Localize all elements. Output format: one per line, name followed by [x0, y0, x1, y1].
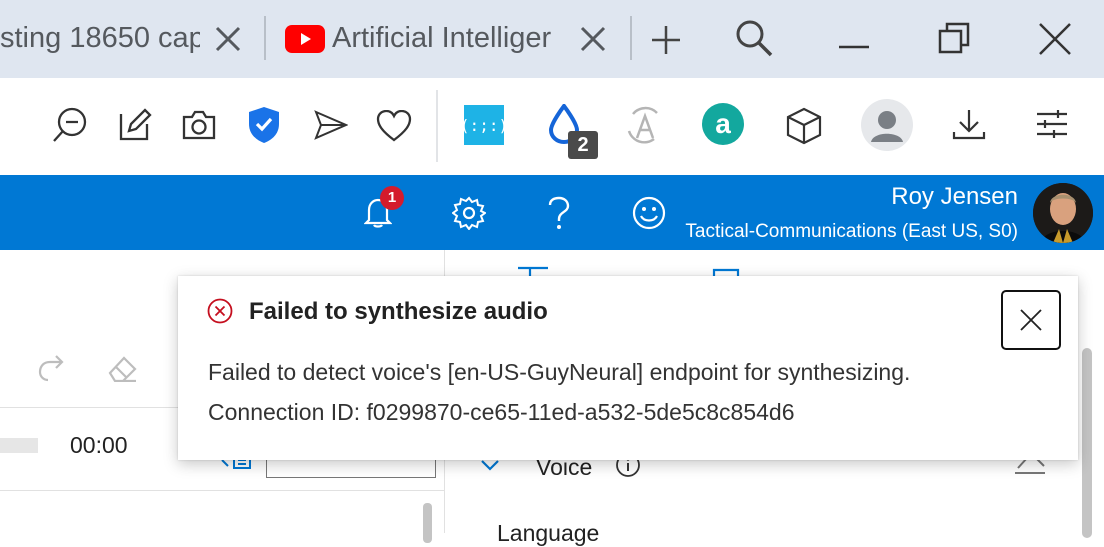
- smiley-icon[interactable]: [632, 196, 666, 230]
- eraser-icon[interactable]: [106, 354, 138, 382]
- profile-icon[interactable]: [861, 99, 913, 151]
- sliders-icon[interactable]: [1036, 108, 1068, 140]
- playback-time: 00:00: [70, 432, 128, 458]
- user-name[interactable]: Roy Jensen: [891, 183, 1018, 211]
- youtube-icon: [285, 25, 325, 53]
- cube-icon[interactable]: [786, 107, 822, 145]
- scrollbar[interactable]: [1082, 348, 1092, 538]
- svg-text:a: a: [715, 108, 731, 139]
- scrollbar[interactable]: [423, 503, 432, 543]
- avatar[interactable]: [1033, 183, 1093, 243]
- tab-close-icon[interactable]: [213, 24, 243, 54]
- tab-separator: [264, 16, 266, 60]
- extension-face-icon[interactable]: (:;:): [464, 105, 504, 145]
- resource-name[interactable]: Tactical-Communications (East US, S0): [685, 221, 1018, 243]
- error-toast: Failed to synthesize audio Failed to det…: [178, 276, 1078, 460]
- amazon-icon[interactable]: a: [702, 103, 744, 145]
- browser-tab-strip: sting 18650 cap Artificial Intelliger: [0, 0, 1104, 78]
- progress-bar: [0, 438, 38, 453]
- toolbar-separator: [436, 90, 438, 162]
- download-icon[interactable]: [952, 108, 986, 140]
- zoom-out-icon[interactable]: [52, 106, 88, 144]
- language-label: Language: [497, 520, 600, 546]
- tab-close-icon[interactable]: [578, 24, 608, 54]
- toast-message: Failed to detect voice's [en-US-GuyNeura…: [208, 359, 911, 385]
- list-icon[interactable]: [516, 266, 550, 276]
- edit-pen-icon[interactable]: [117, 106, 153, 142]
- close-icon: [1020, 309, 1042, 331]
- camera-icon[interactable]: [181, 110, 217, 140]
- drop-badge: 2: [568, 131, 598, 159]
- shield-check-icon[interactable]: [248, 106, 280, 144]
- error-circle-icon: [207, 298, 233, 324]
- restore-icon[interactable]: [938, 22, 970, 54]
- redo-icon[interactable]: [36, 350, 64, 382]
- minimize-icon[interactable]: [838, 44, 870, 50]
- chevron-down-icon[interactable]: [480, 458, 500, 472]
- send-icon[interactable]: [314, 110, 348, 140]
- connection-id: Connection ID: f0299870-ce65-11ed-a532-5…: [208, 399, 795, 425]
- avatar-image: [1033, 183, 1093, 243]
- heart-icon[interactable]: [376, 110, 412, 142]
- toast-title: Failed to synthesize audio: [249, 298, 548, 325]
- gear-icon[interactable]: [452, 196, 486, 230]
- help-icon[interactable]: [546, 196, 572, 230]
- tab-title[interactable]: Artificial Intelliger: [332, 22, 562, 55]
- close-icon[interactable]: [1038, 22, 1072, 56]
- notification-badge: 1: [380, 186, 404, 210]
- plus-icon[interactable]: [650, 24, 682, 56]
- divider: [0, 490, 444, 491]
- svg-text:(:;:): (:;:): [464, 116, 504, 135]
- close-button[interactable]: [1001, 290, 1061, 350]
- translate-icon[interactable]: [624, 104, 664, 146]
- tab-title[interactable]: sting 18650 cap: [0, 22, 200, 55]
- tab-separator: [630, 16, 632, 60]
- search-icon[interactable]: [734, 18, 774, 58]
